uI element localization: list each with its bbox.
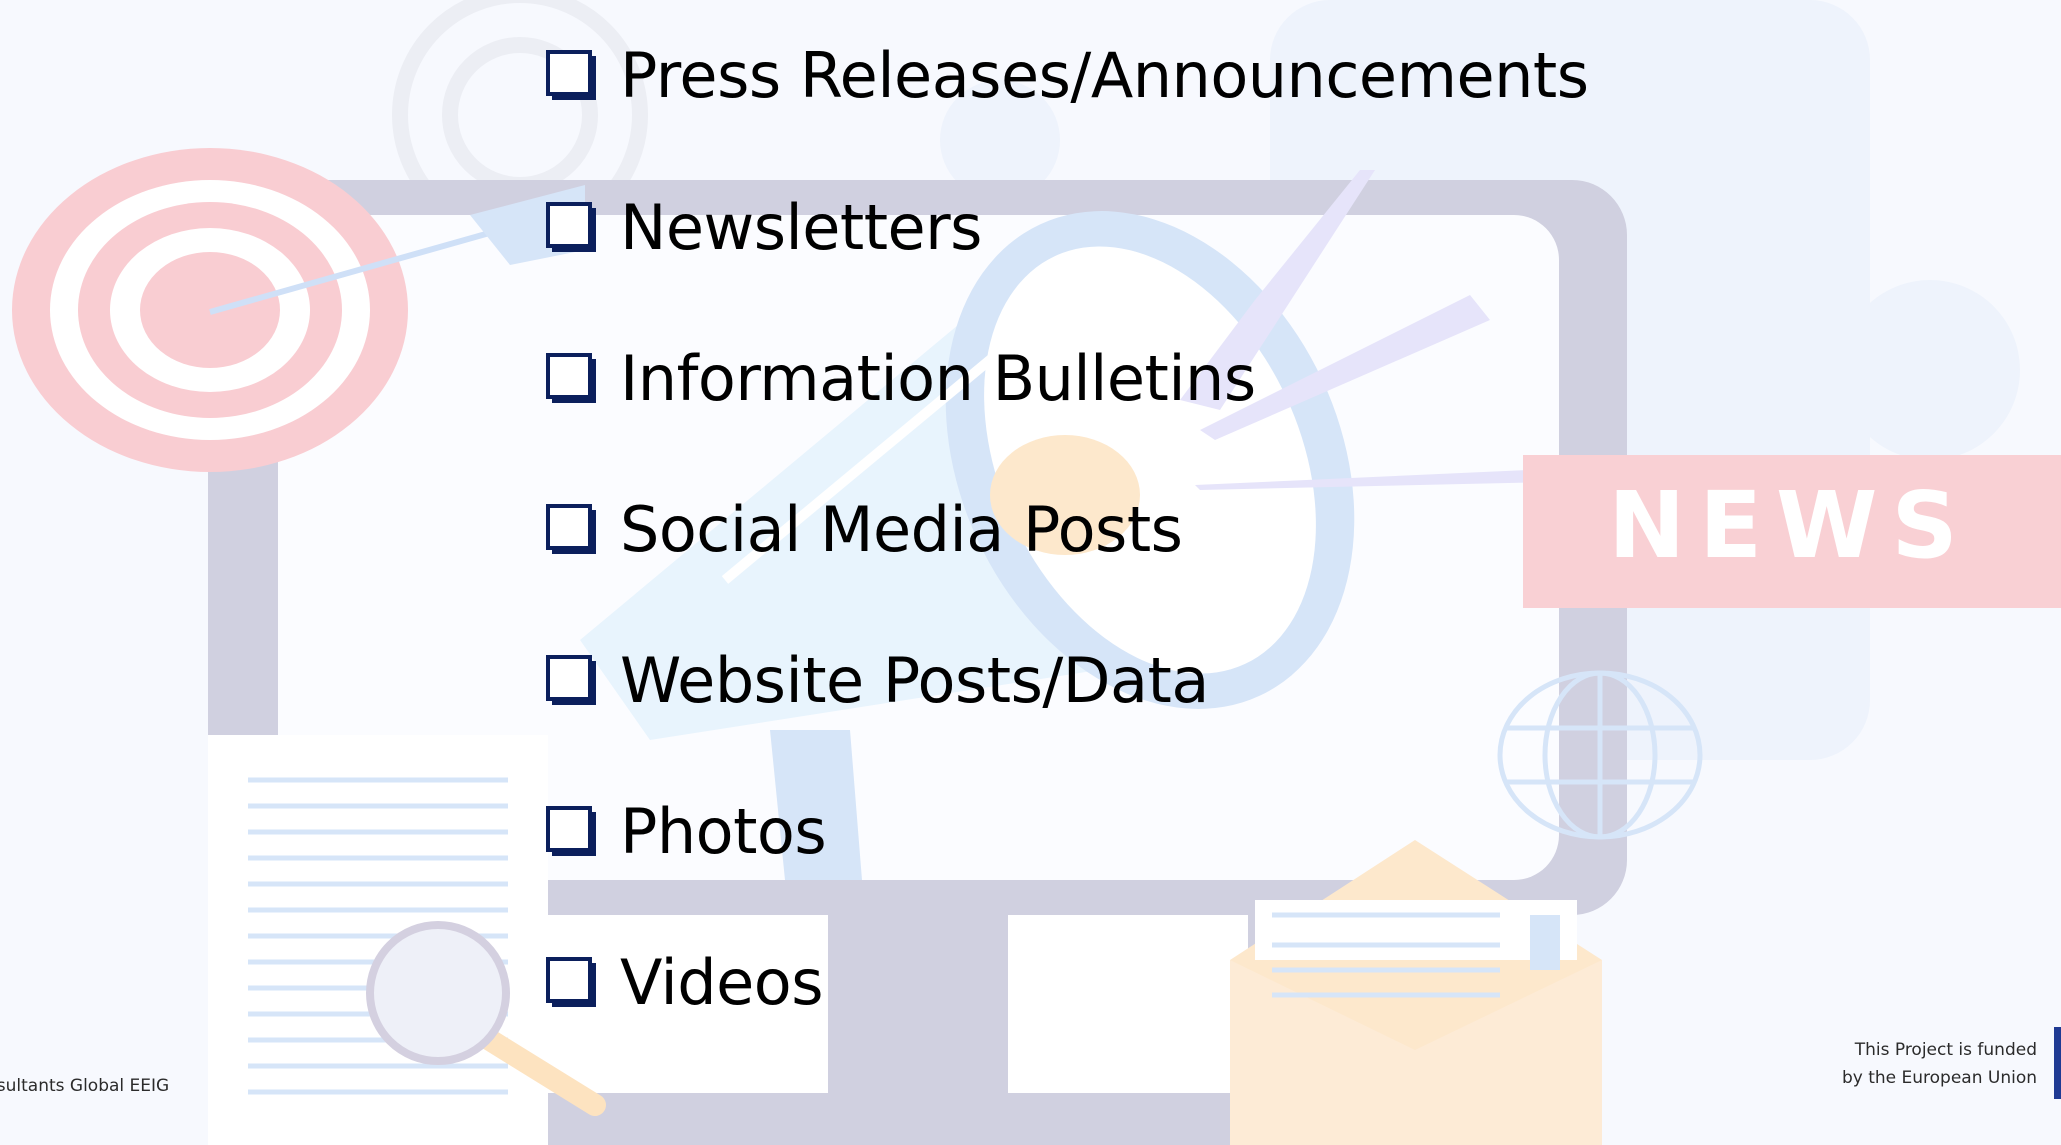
- news-sign-text: NEWS: [1608, 472, 1972, 579]
- bullet-label: Videos: [620, 945, 824, 1019]
- bullet-item-videos: Videos: [546, 932, 824, 1032]
- news-sign: NEWS: [1523, 455, 2061, 608]
- checkbox-icon: [546, 957, 596, 1007]
- checkbox-icon: [546, 353, 596, 403]
- bullet-label: Information Bulletins: [620, 341, 1256, 415]
- bullet-item-social-media-posts: Social Media Posts: [546, 479, 1183, 579]
- checkbox-icon: [546, 504, 596, 554]
- bullet-label: Newsletters: [620, 190, 982, 264]
- bullet-item-website-posts: Website Posts/Data: [546, 630, 1209, 730]
- checkbox-icon: [546, 806, 596, 856]
- footer-funding-note: This Project is funded by the European U…: [1842, 1036, 2037, 1092]
- eu-flag-edge: [2054, 1027, 2061, 1099]
- bullet-label: Website Posts/Data: [620, 643, 1209, 717]
- bullet-label: Social Media Posts: [620, 492, 1183, 566]
- checkbox-icon: [546, 50, 596, 100]
- checkbox-icon: [546, 202, 596, 252]
- bullet-item-photos: Photos: [546, 781, 827, 881]
- document-icon: [208, 735, 548, 1145]
- bullet-label: Photos: [620, 794, 827, 868]
- footer-organization-text: nsultants Global EEIG: [0, 1076, 170, 1096]
- checkbox-icon: [546, 655, 596, 705]
- funding-line-2: by the European Union: [1841, 1068, 2037, 1088]
- bullet-item-information-bulletins: Information Bulletins: [546, 328, 1256, 428]
- bullet-item-newsletters: Newsletters: [546, 177, 982, 277]
- bullet-item-press-releases: Press Releases/Announcements: [546, 25, 1589, 125]
- funding-line-1: This Project is funded: [1854, 1040, 2037, 1060]
- bullet-label: Press Releases/Announcements: [620, 38, 1589, 112]
